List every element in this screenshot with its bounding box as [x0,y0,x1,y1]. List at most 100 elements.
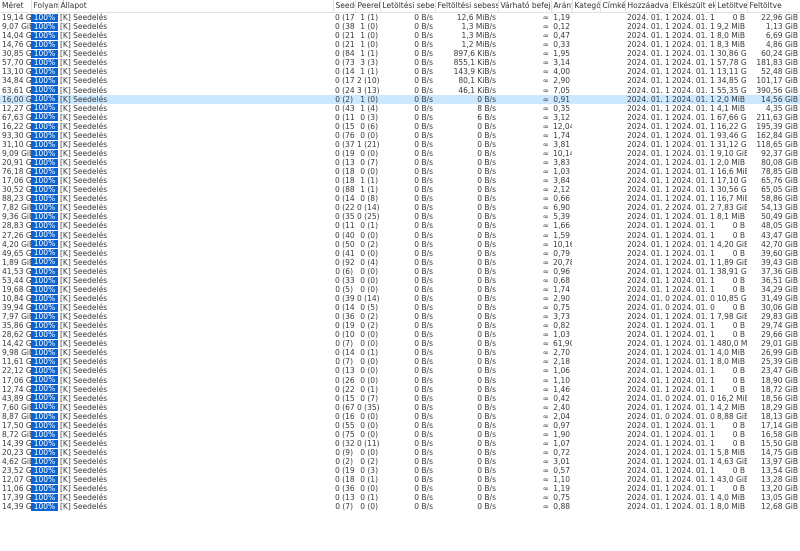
table-row[interactable]: 4,20 GiB100%[K] Seedelés0 (504)0 (2)0 B/… [0,240,800,249]
table-row[interactable]: 11,61 GiB100%[K] Seedelés 0 (7) 0 (0) 0 B/s… [0,357,800,366]
torrent-list[interactable]: MéretFolyamatÁllapotSeedekPeerekLetöltés… [0,0,800,551]
table-row[interactable]: 63,61 GiB100%[K] Seedelés 0 (246)3 (13) 0 … [0,86,800,95]
column-header-progress[interactable]: Folyamat [31,0,59,13]
table-row[interactable]: 20,23 GiB100%[K] Seedelés 0 (9) 0 (0) 0 B/s… [0,448,800,457]
table-row[interactable]: 4,62 GiB 100% [K] Seedelés 0 (2) 0 (2) 0 B/s 0… [0,457,800,466]
cell-progress: 100% [31,502,58,512]
table-row[interactable]: 19,68 GiB100%[K] Seedelés 0 (5) 0 (0) 0 B/s… [0,285,800,294]
cell-uploaded: 78,85 GiB [761,167,798,177]
table-row[interactable]: 14,39 GiB100%[K] Seedelés 0 (7) 0 (0) 0 B/s… [0,502,800,511]
table-row[interactable]: 53,44 GiB100%[K] Seedelés 0 (33) 0 (0) 0 B/… [0,276,800,285]
column-header-added-on[interactable]: Hozzáadva ekkor [625,0,671,13]
table-row[interactable]: 30,52 GiB100%[K] Seedelés 0 (88) 1 (1) 0 B/… [0,185,800,194]
table-row[interactable]: 57,70 GiB100%[K] Seedelés 0 (73) 3 (3) 0 B/… [0,58,800,67]
cell-category [572,249,600,258]
table-row[interactable]: 12,74 GiB100%[K] Seedelés 0 (220) 0 (1) 0 B… [0,385,800,394]
cell-tags [600,330,625,339]
column-header-ratio[interactable]: Arány [551,0,573,13]
table-row[interactable]: 16,22 GiB100%[K] Seedelés0 (157)0 (6)0 B… [0,122,800,131]
table-row[interactable]: 13,10 GiB100%[K] Seedelés 0 (14) 1 (1) 0 B/… [0,67,800,76]
table-row[interactable]: 17,06 GiB100%[K] Seedelés 0 (263) 0 (0) 0 B… [0,376,800,385]
column-header-uploaded[interactable]: Feltöltve [747,0,800,13]
cell-eta: ∞ [542,257,549,267]
table-row[interactable]: 19,14 GiB100%[K] Seedelés 0 (17) 1 (1) 0 B/… [0,13,800,23]
table-row[interactable]: 23,52 GiB100%[K] Seedelés 0 (1910) 0 (3) 0 … [0,466,800,475]
table-row[interactable]: 9,07 GiB100%[K] Seedelés 0 (38) 1 (0) 0 B/s… [0,22,800,31]
status-text: [K] Seedelés [60,502,108,512]
column-header-downloaded[interactable]: Letöltve [715,0,748,13]
column-header-seeds[interactable]: Seedek [333,0,356,13]
table-row[interactable]: 20,91 GiB100%[K] Seedelés 0 (139) 0 (7) 0 B… [0,158,800,167]
table-row[interactable]: 8,72 GiB100%[K] Seedelés 0 (75) 0 (0) 0 B/s… [0,430,800,439]
table-row[interactable]: 43,89 GiB100%[K] Seedelés 0 (156) 0 (7) 0 B… [0,394,800,403]
cell-category [572,276,600,285]
column-header-category[interactable]: Kategória [572,0,601,13]
table-row[interactable]: 93,30 GiB100%[K] Seedelés 0 (76) 0 (0) 0 B/… [0,131,800,140]
cell-eta: ∞ [542,158,549,167]
table-row[interactable]: 8,87 GiB100%[K] Seedelés 0 (16) 0 (0) 0 B/s… [0,412,800,421]
column-header-size[interactable]: Méret [0,0,32,13]
table-row[interactable]: 28,83 GiB100%[K] Seedelés 0 (112) 0 (1) 0 B… [0,221,800,230]
column-header-status[interactable]: Állapot [58,0,334,13]
column-header-completed-on[interactable]: Elkészült ekkor [670,0,716,13]
status-text: [K] Seedelés [60,185,108,195]
table-row[interactable]: 31,10 GiB100%[K] Seedelés 0 (371)1 (21) 0 … [0,140,800,149]
cell-status: [K] Seedelés [58,122,333,131]
table-row[interactable]: 28,62 GiB100%[K] Seedelés 0 (104) 0 (0) 0 B… [0,330,800,339]
column-header-upload-speed[interactable]: Feltöltési sebesség [435,0,499,13]
table-row[interactable]: 14,76 GiB100%[K] Seedelés 0 (21) 1 (0) 0 B/… [0,40,800,49]
table-row[interactable]: 41,53 GiB100%[K] Seedelés 0 (6) 0 (0) 0 B/s… [0,267,800,276]
table-row[interactable]: 12,07 GiB100%[K] Seedelés 0 (18) 0 (1) 0 B/… [0,475,800,484]
cell-eta: ∞ [542,493,549,503]
table-row[interactable]: 34,84 GiB100%[K] Seedelés 0 (175)2 (10) 0 … [0,76,800,85]
table-row[interactable]: 7,97 GiB100%[K] Seedelés 0 (36) 0 (2) 0 B/s… [0,312,800,321]
cell-tags [600,403,625,412]
table-row[interactable]: 27,26 GiB100%[K] Seedelés 0 (40) 0 (0) 0 B/… [0,231,800,240]
table-row[interactable]: 14,04 GiB100%[K] Seedelés 0 (21) 1 (0) 0 B/… [0,31,800,40]
cell-peers: 0 (25) [357,212,380,222]
table-row[interactable]: 14,42 GiB100%[K] Seedelés 0 (7) 0 (0) 0 B/s… [0,339,800,348]
table-row[interactable]: 12,27 GiB100%[K] Seedelés 0 (43) 1 (4) 0 B/… [0,104,800,113]
table-row[interactable]: 9,98 GiB100%[K] Seedelés 0 (14) 0 (1) 0 B/s… [0,348,800,357]
cell-uploaded: 181,83 GiB [756,58,798,68]
table-row[interactable]: 76,18 GiB100%[K] Seedelés 0 (18) 0 (0) 0 B/… [0,167,800,176]
table-row[interactable]: 17,50 GiB100%[K] Seedelés 0 (55) 0 (0) 0 B/… [0,421,800,430]
table-row[interactable]: 10,84 GiB100%[K] Seedelés 0 (3991)0 (14) 0… [0,294,800,303]
status-text: [K] Seedelés [60,40,108,50]
progress-bar: 100% [31,167,58,176]
table-row[interactable]: 1,89 GiB100%[K] Seedelés0 (925)0 (4)0 B/… [0,258,800,267]
cell-eta: ∞ [542,357,549,367]
cell-progress: 100% [31,221,58,231]
cell-added-on: 2024. 01. 11. 22:54 [627,85,670,95]
cell-category [572,448,600,457]
table-row[interactable]: 39,94 GiB100%[K] Seedelés 0 (140) 0 (5) 0 B… [0,303,800,312]
table-row[interactable]: 67,63 GiB100%[K] Seedelés 0 (115) 0 (3) 0 B… [0,113,800,122]
cell-uploaded: 14,75 GiB [761,448,798,457]
cell-completed-on: 2024. 01. 13. 1:34 [672,484,715,494]
table-row[interactable]: 11,06 GiB100%[K] Seedelés 0 (36) 0 (0) 0 B/… [0,484,800,493]
cell-eta: ∞ [542,40,549,50]
column-header-peers[interactable]: Peerek [355,0,381,13]
column-header-tags[interactable]: Címkék [600,0,626,13]
table-row[interactable]: 7,60 GiB100%[K] Seedelés 0 (679)0 (35) 0 B… [0,403,800,412]
column-header-eta[interactable]: Várható befejezési idő [498,0,552,13]
table-row[interactable]: 16,00 GiB100%[K] Seedelés0 (2)1 (0)0 B/s… [0,94,800,104]
table-row[interactable]: 9,09 GiB100%[K] Seedelés 0 (199) 0 (0) 0 B/… [0,149,800,158]
table-row[interactable]: 30,85 GiB100%[K] Seedelés 0 (84) 1 (1) 0 B/… [0,49,800,58]
cell-downloaded: 0 B [732,230,745,240]
table-row[interactable]: 7,82 GiB100%[K] Seedelés 0 (2244)0 (14) 0 … [0,203,800,212]
column-header-download-speed[interactable]: Letöltési sebesség [380,0,436,13]
cell-added-on: 2024. 01. 13. 1:23 [627,366,670,376]
table-row[interactable]: 17,06 GiB100%[K] Seedelés 0 (188) 1 (1) 0 B… [0,176,800,185]
cell-uploaded: 31,49 GiB [761,293,798,303]
progress-bar: 100% [31,321,58,330]
table-row[interactable]: 9,36 GiB100%[K] Seedelés 0 (350)0 (25) 0 B… [0,212,800,221]
cell-category [572,140,600,149]
table-row[interactable]: 17,39 GiB100%[K] Seedelés 0 (13) 0 (1) 0 B/… [0,493,800,502]
table-row[interactable]: 49,65 GiB100%[K] Seedelés 0 (41) 0 (0) 0 B/… [0,249,800,258]
table-row[interactable]: 22,12 GiB100%[K] Seedelés 0 (13) 0 (0) 0 B/… [0,366,800,375]
cell-seeds: 0 (14) [335,348,355,358]
table-row[interactable]: 35,86 GiB100%[K] Seedelés 0 (19) 0 (2) 0 B/… [0,321,800,330]
table-row[interactable]: 14,39 GiB100%[K] Seedelés 0 (3226)0 (11) 0… [0,439,800,448]
table-row[interactable]: 88,23 GiB100%[K] Seedelés 0 (1417) 0 (8) 0 … [0,194,800,203]
